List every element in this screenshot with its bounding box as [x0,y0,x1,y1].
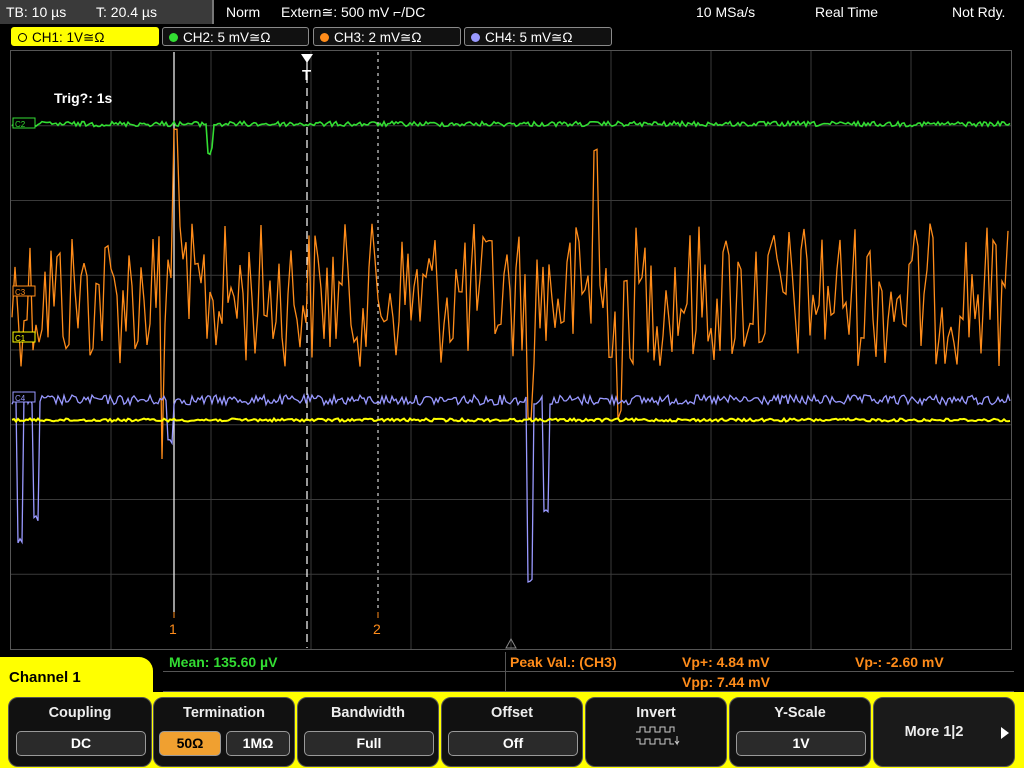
more-arrow-icon [1001,727,1009,739]
trigger-status-text: Trig?: 1s [54,90,113,106]
measurement-divider [505,652,506,692]
termination-50ohm-option[interactable]: 50Ω [159,731,221,756]
invert-waveform-icon [636,726,680,746]
ch3-marker-label: C3 [15,288,26,297]
coupling-value: DC [16,731,146,756]
vp-minus-readout: Vp-: -2.60 mV [855,654,944,670]
invert-softkey[interactable]: Invert [585,697,727,767]
coupling-title: Coupling [48,705,112,721]
measurement-row-2 [163,672,1014,692]
termination-softkey[interactable]: Termination 50Ω 1MΩ [153,697,295,767]
offset-title: Offset [491,705,533,721]
marker-1-label: 1 [169,621,177,637]
bandwidth-value: Full [304,731,434,756]
more-label: More 1|2 [904,724,964,740]
coupling-softkey[interactable]: Coupling DC [8,697,152,767]
vpp-readout: Vpp: 7.44 mV [682,674,770,690]
ch4-marker-label: C4 [15,394,26,403]
more-softkey[interactable]: More 1|2 [873,697,1015,767]
measurement-panel: Mean: 135.60 µV Peak Val.: (CH3) Vp+: 4.… [163,652,1014,692]
trigger-t-icon: T [302,67,311,84]
ch3-trace [11,128,1009,460]
offset-softkey[interactable]: Offset Off [441,697,583,767]
bandwidth-title: Bandwidth [330,705,406,721]
mean-readout: Mean: 135.60 µV [169,654,278,670]
bandwidth-softkey[interactable]: Bandwidth Full [297,697,439,767]
invert-title: Invert [636,705,676,721]
peak-value-label: Peak Val.: (CH3) [510,654,617,670]
ch2-marker-label: C2 [15,120,26,129]
termination-1mohm-option[interactable]: 1MΩ [226,731,290,756]
y-scale-value: 1V [736,731,866,756]
offset-value: Off [448,731,578,756]
y-scale-softkey[interactable]: Y-Scale 1V [729,697,871,767]
vp-plus-readout: Vp+: 4.84 mV [682,654,770,670]
y-scale-title: Y-Scale [774,705,826,721]
termination-title: Termination [183,705,265,721]
menu-title: Channel 1 [9,669,81,686]
marker-2-label: 2 [373,621,381,637]
ch1-marker-label: C1 [15,334,26,343]
